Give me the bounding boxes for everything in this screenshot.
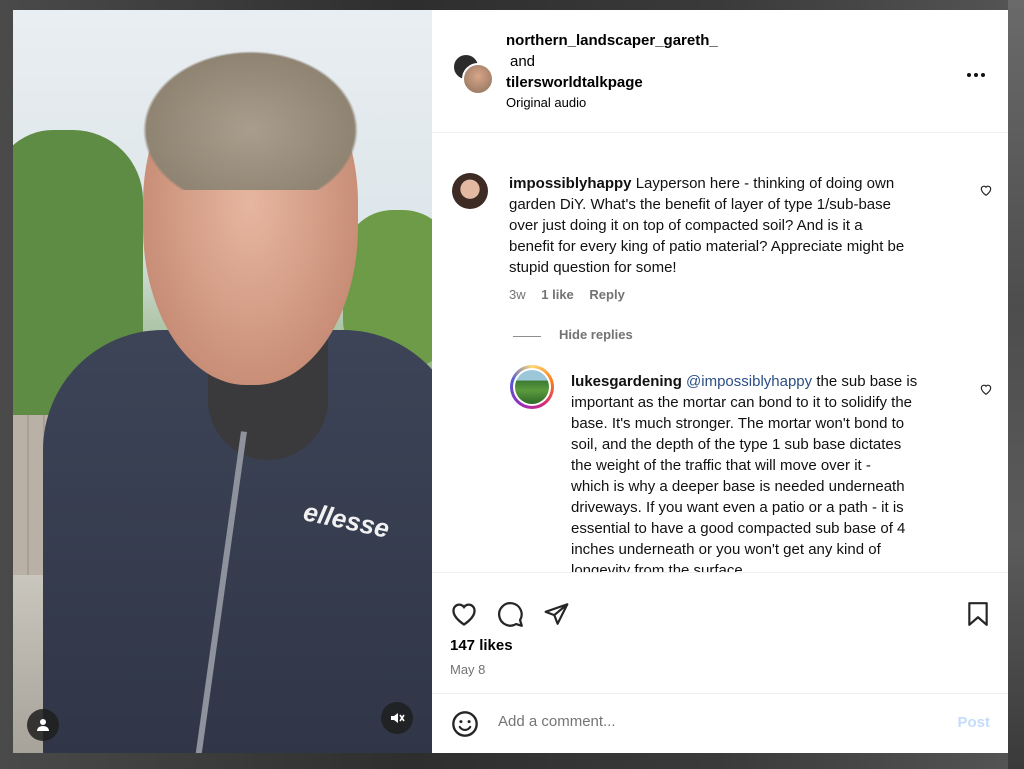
reply-username[interactable]: lukesgardening [571, 373, 682, 390]
reply-text-line: longevity from the surface [571, 562, 743, 572]
comments-list[interactable]: impossiblyhappy Layperson here - thinkin… [432, 132, 1008, 572]
post-actions: 147 likes May 8 [432, 572, 1008, 694]
comment-age: 3w [509, 287, 526, 302]
reply-text-line: base. It's much stronger. The mortar won… [571, 415, 905, 432]
author-username-2[interactable]: tilersworldtalkpage [506, 72, 718, 93]
add-comment-input[interactable] [496, 712, 920, 731]
replies-divider [513, 336, 541, 337]
reply-mention[interactable]: @impossiblyhappy [686, 373, 812, 390]
reply-text-line: the sub base is [816, 373, 918, 390]
reply-body: lukesgardening @impossiblyhappy the sub … [571, 371, 971, 572]
hide-replies-button[interactable]: Hide replies [559, 327, 633, 342]
comment-body: impossiblyhappy Layperson here - thinkin… [509, 173, 969, 278]
comment-text-line: stupid question for some! [509, 259, 677, 276]
comment-bubble-icon[interactable] [497, 601, 524, 628]
comment-meta: 3w 1 like Reply [509, 287, 625, 302]
share-paper-plane-icon[interactable] [543, 601, 570, 627]
save-bookmark-icon[interactable] [967, 601, 989, 627]
author-avatars[interactable] [452, 53, 498, 99]
more-horizontal-icon [967, 73, 985, 77]
reply-text-line: important as the mortar can bond to it t… [571, 394, 913, 411]
backdrop-right-strip [1008, 0, 1024, 769]
author-names: northern_landscaper_gareth_ and tilerswo… [506, 30, 718, 113]
reply-text-line: soil, and the depth of the type 1 sub ba… [571, 436, 902, 453]
avatar[interactable] [452, 173, 488, 209]
post-comment-button[interactable]: Post [957, 714, 990, 731]
avatar [462, 63, 494, 95]
reply-text-line: inches underneath or you won't get any k… [571, 541, 881, 558]
emoji-smiley-icon[interactable] [451, 710, 479, 738]
post-modal: ellesse northern_landscaper_gareth_ and … [13, 10, 1008, 753]
author-username-1[interactable]: northern_landscaper_gareth_ [506, 30, 718, 51]
more-options-button[interactable] [966, 58, 986, 84]
like-heart-icon[interactable] [450, 601, 478, 627]
reply-button[interactable]: Reply [589, 287, 624, 302]
reply-text-line: the weight of the traffic that will move… [571, 457, 871, 474]
post-header: northern_landscaper_gareth_ and tilerswo… [432, 10, 1008, 133]
comment-username[interactable]: impossiblyhappy [509, 175, 632, 192]
like-comment-heart-icon[interactable] [979, 183, 993, 197]
avatar-image [515, 370, 549, 404]
tagged-users-button[interactable] [27, 709, 59, 741]
avatar[interactable] [510, 365, 554, 409]
reply-text-line: which is why a deeper base is needed und… [571, 478, 905, 495]
likes-count[interactable]: 147 likes [450, 637, 513, 654]
mute-button[interactable] [381, 702, 413, 734]
reply-text-line: driveways. If you want even a patio or a… [571, 499, 904, 516]
post-date[interactable]: May 8 [450, 662, 485, 677]
add-comment-bar: Post [432, 693, 1008, 753]
like-reply-heart-icon[interactable] [979, 382, 993, 396]
author-conjunction: and [510, 53, 536, 70]
comment-text-line: garden DiY. What's the benefit of layer … [509, 196, 891, 213]
post-details-panel: northern_landscaper_gareth_ and tilerswo… [432, 10, 1008, 753]
comment-likes[interactable]: 1 like [541, 287, 574, 302]
comment-text-line: over just doing it on top of compacted s… [509, 217, 863, 234]
video-person-hair [128, 40, 373, 190]
muted-speaker-icon [391, 713, 405, 723]
user-icon [37, 719, 49, 731]
audio-link[interactable]: Original audio [506, 93, 718, 113]
post-video[interactable]: ellesse [13, 10, 432, 753]
reply-text-line: essential to have a good compacted sub b… [571, 520, 906, 537]
comment-text-line: benefit for every king of patio material… [509, 238, 905, 255]
comment-text-line: Layperson here - thinking of doing own [635, 175, 895, 192]
